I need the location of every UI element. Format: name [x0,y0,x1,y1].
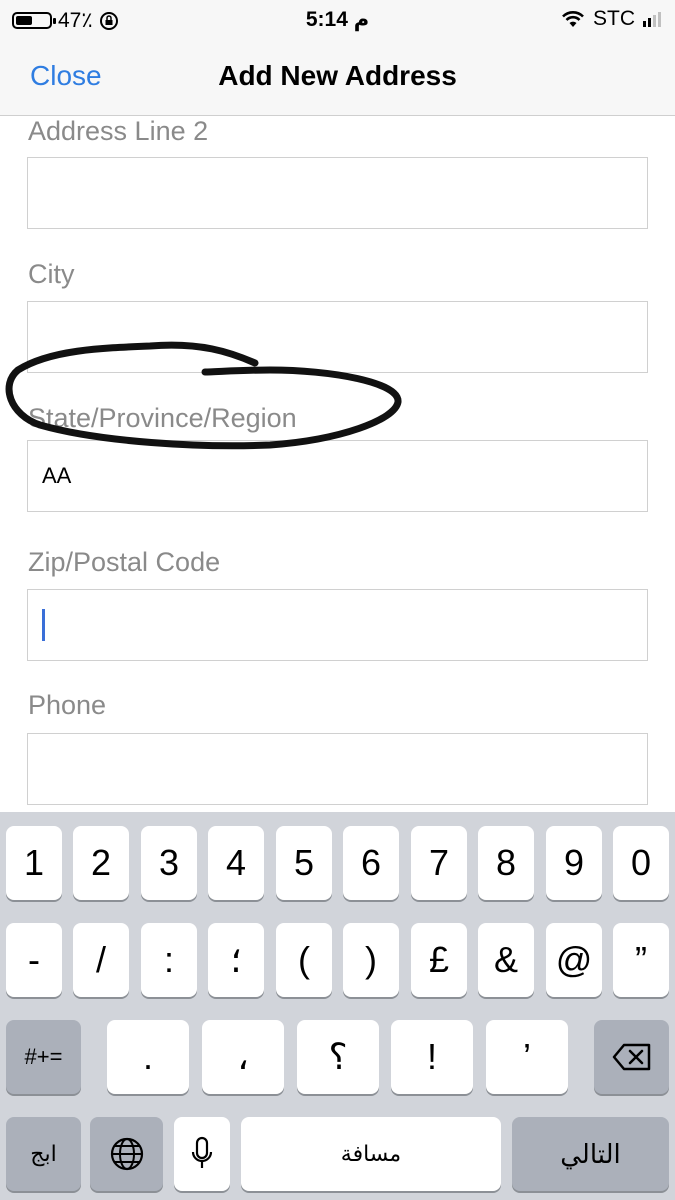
address-line2-input[interactable] [27,157,648,229]
key-9[interactable]: 9 [546,826,602,900]
zip-label: Zip/Postal Code [28,547,221,577]
key-4[interactable]: 4 [208,826,264,900]
key-6[interactable]: 6 [343,826,399,900]
microphone-key[interactable] [174,1117,230,1191]
key-pound[interactable]: £ [411,923,467,997]
key-open-paren[interactable]: ( [276,923,332,997]
key-1[interactable]: 1 [6,826,62,900]
key-apostrophe[interactable]: ’ [486,1020,568,1094]
microphone-icon [191,1136,213,1168]
backspace-key[interactable] [594,1020,669,1094]
key-arabic-semicolon[interactable]: ؛ [208,923,264,997]
key-slash[interactable]: / [73,923,129,997]
backspace-icon [612,1043,650,1071]
globe-key[interactable] [90,1117,163,1191]
key-colon[interactable]: : [141,923,197,997]
key-5[interactable]: 5 [276,826,332,900]
text-cursor [42,609,45,641]
language-abc-key[interactable]: ابج [6,1117,81,1191]
state-value: AA [42,463,72,488]
status-bar: 47٪ 5:14 م STC [0,0,675,38]
keyboard: 1 2 3 4 5 6 7 8 9 0 - / : ؛ ( ) £ & @ ” … [0,812,675,1200]
status-right: STC [561,7,661,31]
key-arabic-question[interactable]: ؟ [297,1020,379,1094]
key-ampersand[interactable]: & [478,923,534,997]
key-8[interactable]: 8 [478,826,534,900]
key-arabic-comma[interactable]: ، [202,1020,284,1094]
symbols-toggle-key[interactable]: #+= [6,1020,81,1094]
key-7[interactable]: 7 [411,826,467,900]
state-label: State/Province/Region [28,403,297,433]
globe-icon [110,1137,143,1171]
key-quote[interactable]: ” [613,923,669,997]
city-input[interactable] [27,301,648,373]
key-0[interactable]: 0 [613,826,669,900]
key-hyphen[interactable]: - [6,923,62,997]
phone-label: Phone [28,690,107,720]
next-key[interactable]: التالي [512,1117,669,1191]
wifi-icon [562,11,584,27]
key-3[interactable]: 3 [141,826,197,900]
carrier-name: STC [593,7,635,30]
key-close-paren[interactable]: ) [343,923,399,997]
phone-input[interactable] [27,733,648,805]
address-line2-label: Address Line 2 [28,116,209,146]
page-title: Add New Address [218,60,457,91]
space-key[interactable]: مسافة [241,1117,501,1191]
city-label: City [28,259,75,289]
state-input[interactable]: AA [27,440,648,512]
key-exclamation[interactable]: ! [391,1020,473,1094]
key-at[interactable]: @ [546,923,602,997]
key-period[interactable]: . [107,1020,189,1094]
key-2[interactable]: 2 [73,826,129,900]
zip-input[interactable] [27,589,648,661]
signal-icon [643,11,661,27]
nav-bar: Close Add New Address [0,38,675,116]
